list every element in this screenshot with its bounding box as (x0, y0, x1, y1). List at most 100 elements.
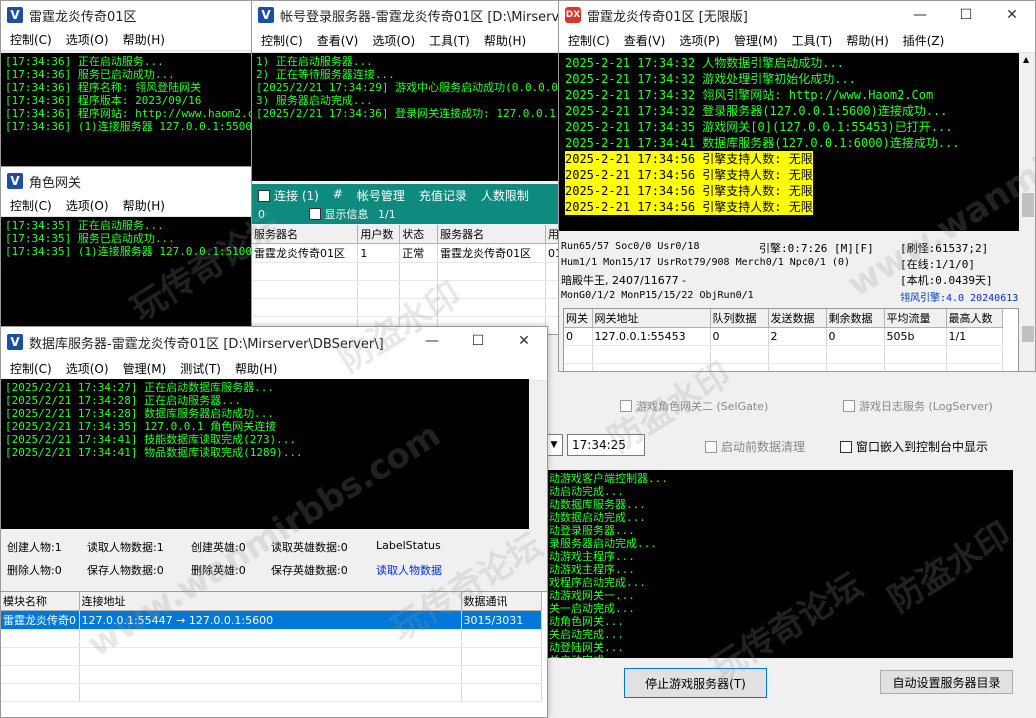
login-gate-titlebar[interactable]: V 雷霆龙炎传奇01区 (1, 1, 251, 29)
show-info-checkbox[interactable] (308, 208, 321, 220)
selgate-checkbox[interactable] (620, 400, 632, 412)
log-line: 戏程序启动完成... (549, 576, 646, 589)
stop-game-server-button[interactable]: 停止游戏服务器(T) (624, 668, 767, 698)
menu-item[interactable]: 帮助(H) (841, 32, 893, 49)
gateway-scroll-thumb[interactable] (1022, 326, 1034, 342)
column-header[interactable]: 网关 (564, 309, 593, 328)
menu-item[interactable]: 工具(T) (787, 32, 838, 49)
menu-item[interactable]: 选项(O) (367, 32, 420, 49)
table-cell-empty (399, 298, 439, 317)
menu-item[interactable]: 测试(T) (175, 360, 226, 377)
close-icon[interactable]: ✕ (501, 327, 547, 355)
highlight-text: 2025-2-21 17:34:56 引擎支持人数: 无限 (565, 167, 813, 183)
login-tab[interactable]: # (333, 187, 343, 204)
column-header[interactable]: 平均流量 (884, 309, 947, 328)
gateway-grid-scrollbar[interactable] (1020, 308, 1035, 371)
selgate-option[interactable]: 游戏角色网关二 (SelGate) (620, 398, 768, 414)
table-cell-empty (710, 363, 769, 371)
close-icon[interactable]: ✕ (989, 1, 1035, 29)
table-cell-empty (884, 363, 947, 371)
table-header-row: 模块名称 连接地址 数据通讯 (1, 592, 542, 611)
app-v-icon: V (7, 7, 23, 23)
account-login-window: V 帐号登录服务器-雷霆龙炎传奇01区 [D:\Mirserver\ 控制(C)… (251, 0, 561, 335)
menu-item[interactable]: 查看(V) (619, 32, 671, 49)
menu-item[interactable]: 管理(M) (118, 360, 172, 377)
db-stat-label: LabelStatus (376, 539, 441, 552)
menu-item[interactable]: 选项(O) (61, 197, 114, 214)
menu-item[interactable]: 控制(C) (5, 197, 57, 214)
table-empty-row (1, 665, 542, 684)
embed-option[interactable]: 窗口嵌入到控制台中显示 (840, 438, 988, 455)
menu-item[interactable]: 帮助(H) (230, 360, 282, 377)
highlight-text: 2025-2-21 17:34:56 引擎支持人数: 无限 (565, 183, 813, 199)
column-header[interactable]: 服务器名 (252, 225, 359, 244)
database-window-controls: — ☐ ✕ (409, 327, 547, 357)
table-row[interactable]: 雷霆龙炎传奇01区1正常雷霆龙炎传奇01区01 (252, 243, 560, 263)
column-header[interactable]: 队列数据 (710, 309, 769, 328)
menu-item[interactable]: 选项(P) (674, 32, 725, 49)
startup-clean-checkbox[interactable] (705, 441, 717, 453)
logserver-checkbox[interactable] (843, 400, 855, 412)
column-header[interactable]: 用户数 (357, 225, 401, 244)
column-header[interactable]: 连接地址 (79, 592, 462, 611)
column-header[interactable]: 最高人数 (946, 309, 1003, 328)
column-header[interactable]: 数据通讯 (461, 592, 542, 611)
table-row[interactable]: 雷霆龙炎传奇0 127.0.0.1:55447 → 127.0.0.1:5600 3… (1, 610, 542, 630)
menu-item[interactable]: 帮助(H) (118, 31, 170, 48)
menu-item[interactable]: 工具(T) (424, 32, 475, 49)
menu-item[interactable]: 选项(O) (61, 360, 114, 377)
login-tab[interactable]: 帐号管理 (357, 187, 405, 204)
column-header[interactable]: 模块名称 (1, 592, 80, 611)
role-gate-titlebar[interactable]: V 角色网关 (1, 167, 251, 195)
db-stat-label[interactable]: 读取人物数据 (376, 562, 442, 578)
log-line: 动数据库服务器... (549, 498, 646, 511)
logserver-option[interactable]: 游戏日志服务 (LogServer) (843, 398, 993, 414)
log-line: 动启动完成... (549, 485, 624, 498)
column-header[interactable]: 服务器名 (437, 225, 546, 244)
column-header[interactable]: 网关地址 (592, 309, 711, 328)
menu-item[interactable]: 帮助(H) (479, 32, 531, 49)
engine-run-stats: Run65/57 Soc0/0 Usr0/18 (561, 241, 700, 252)
table-empty-row (252, 280, 560, 299)
scroll-thumb[interactable] (1022, 193, 1034, 217)
table-cell-empty (592, 363, 711, 371)
account-login-titlebar[interactable]: V 帐号登录服务器-雷霆龙炎传奇01区 [D:\Mirserver\ (252, 1, 560, 29)
menu-item[interactable]: 帮助(H) (118, 197, 170, 214)
column-header[interactable]: 状态 (399, 225, 439, 244)
database-title: 数据库服务器-雷霆龙炎传奇01区 [D:\Mirserver\DBServer\… (29, 336, 384, 352)
minimize-icon[interactable]: — (897, 1, 943, 29)
maximize-icon[interactable]: ☐ (943, 1, 989, 29)
menu-item[interactable]: 控制(C) (563, 32, 615, 49)
menu-item[interactable]: 查看(V) (312, 32, 364, 49)
menu-item[interactable]: 控制(C) (5, 31, 57, 48)
table-empty-row (1, 683, 542, 702)
login-tab[interactable]: 人数限制 (481, 187, 529, 204)
menu-item[interactable]: 控制(C) (5, 360, 57, 377)
maximize-icon[interactable]: ☐ (455, 327, 501, 355)
engine-console-scrollbar[interactable]: ▲ (1020, 53, 1035, 231)
menu-item[interactable]: 控制(C) (256, 32, 308, 49)
column-header[interactable]: 发送数据 (768, 309, 827, 328)
table-row[interactable]: 0 127.0.0.1:55453 0 2 0 505b 1/1 (564, 327, 1003, 346)
table-cell: 雷霆龙炎传奇01区 (437, 243, 546, 263)
menu-item[interactable]: 选项(O) (61, 31, 114, 48)
startup-clean-option[interactable]: 启动前数据清理 (705, 438, 805, 455)
column-header[interactable]: 剩余数据 (826, 309, 885, 328)
login-tab[interactable]: 连接 (1) (258, 187, 319, 204)
tab-checkbox-icon[interactable] (258, 190, 270, 202)
auto-set-directory-button[interactable]: 自动设置服务器目录 (880, 670, 1013, 694)
table-cell: 2 (768, 327, 827, 346)
minimize-icon[interactable]: — (409, 327, 455, 355)
log-line: 2025-2-21 17:34:35 游戏网关[0](127.0.0.1:554… (565, 120, 953, 134)
log-line: [2025/2/21 17:34:36] 登录网关连接成功: 127.0.0.1 (256, 107, 556, 120)
embed-checkbox[interactable] (840, 441, 852, 453)
table-empty-row (1, 647, 542, 666)
selgate-label: 游戏角色网关二 (SelGate) (636, 400, 769, 413)
scroll-up-icon[interactable]: ▲ (1023, 55, 1029, 64)
menu-item[interactable]: 管理(M) (729, 32, 783, 49)
login-tab[interactable]: 充值记录 (419, 187, 467, 204)
menu-item[interactable]: 插件(Z) (898, 32, 950, 49)
table-cell: 1 (357, 243, 401, 263)
start-time-input[interactable]: 17:34:25 (567, 434, 645, 456)
table-empty-row (564, 345, 1003, 364)
